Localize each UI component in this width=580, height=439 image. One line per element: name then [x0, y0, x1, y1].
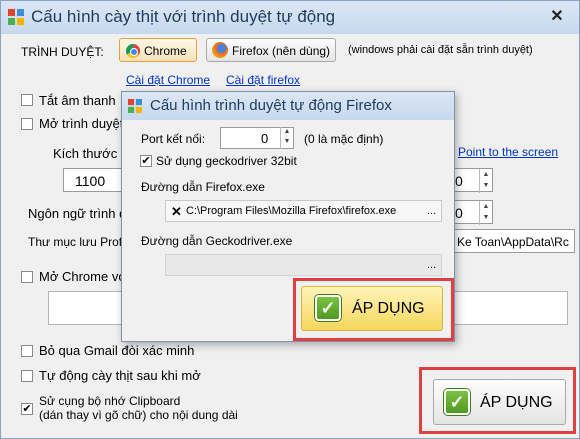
dialog-titlebar: Cấu hình trình duyệt tự động Firefox [122, 92, 454, 120]
browser-note: (windows phải cài đặt sẵn trình duyệt) [348, 44, 533, 56]
main-titlebar: Cấu hình cày thịt với trình duyệt tự độn… [1, 1, 579, 34]
auto-farm-checkbox[interactable] [21, 370, 33, 382]
gecko-path-browse-button[interactable]: ... [427, 259, 436, 271]
left-spin-input[interactable]: 0 ▲ ▼ [453, 168, 493, 193]
app-grid-icon [8, 9, 24, 25]
dialog-apply-button[interactable]: ✓ ÁP DỤNG [301, 286, 443, 331]
browser-label: TRÌNH DUYỆT: [21, 45, 104, 59]
gecko-path-label: Đường dẫn Geckodriver.exe [141, 234, 293, 248]
lang-spin-value: 0 [455, 205, 463, 221]
size-label: Kích thước c [53, 146, 128, 161]
install-firefox-link[interactable]: Cài đặt firefox [226, 73, 300, 87]
dialog-apply-label: ÁP DỤNG [352, 300, 425, 317]
dialog-title: Cấu hình trình duyệt tự động Firefox [150, 97, 392, 114]
point-to-screen-link[interactable]: Point to the screen [458, 145, 558, 159]
firefox-path-label: Đường dẫn Firefox.exe [141, 180, 265, 194]
port-spin-arrows[interactable]: ▲ ▼ [280, 127, 293, 149]
open-browser-label: Mở trình duyệt t [39, 116, 131, 131]
chrome-button[interactable]: Chrome [119, 38, 197, 62]
firefox-path-input[interactable]: ✕ C:\Program Files\Mozilla Firefox\firef… [165, 200, 442, 222]
profile-path-value: Ke Toan\AppData\Rc [457, 235, 569, 249]
main-apply-label: ÁP DỤNG [480, 394, 553, 411]
port-label: Port kết nối: [141, 132, 206, 146]
skip-gmail-label: Bỏ qua Gmail đòi xác minh [39, 343, 195, 358]
dialog-app-icon [128, 99, 142, 113]
profile-path-input[interactable]: Ke Toan\AppData\Rc [453, 229, 575, 253]
main-apply-button[interactable]: ✓ ÁP DỤNG [433, 379, 566, 425]
clipboard-checkbox[interactable]: ✔ [21, 403, 33, 415]
close-button[interactable]: ✕ [546, 7, 568, 27]
clipboard-label-line2: (dán thay vì gõ chữ) cho nội dung dài [39, 408, 238, 422]
mute-label: Tắt âm thanh [39, 93, 116, 108]
left-spin-arrows[interactable]: ▲ ▼ [479, 169, 492, 193]
profile-label: Thư mục lưu Prof [28, 235, 123, 249]
clipboard-label-line1: Sử cụng bộ nhớ Clipboard [39, 394, 181, 408]
dialog-check-icon: ✓ [315, 295, 341, 321]
chrome-button-label: Chrome [144, 44, 187, 58]
port-note: (0 là mặc định) [304, 132, 384, 146]
gecko32-label: Sử dụng geckodriver 32bit [156, 154, 297, 168]
firefox-path-value: C:\Program Files\Mozilla Firefox\firefox… [186, 205, 397, 217]
width-value: 1100 [75, 173, 106, 189]
firefox-config-dialog: Cấu hình trình duyệt tự động Firefox Por… [121, 91, 455, 342]
lang-label: Ngôn ngữ trình du [28, 206, 134, 221]
firefox-button-label: Firefox (nên dùng) [232, 44, 331, 58]
main-window-title: Cấu hình cày thịt với trình duyệt tự độn… [31, 7, 336, 26]
gecko-path-input[interactable]: ... [165, 254, 442, 276]
lang-spin-arrows[interactable]: ▲ ▼ [479, 201, 492, 225]
firefox-button[interactable]: Firefox (nên dùng) [206, 38, 336, 62]
open-browser-checkbox[interactable] [21, 118, 33, 130]
mute-checkbox[interactable] [21, 94, 33, 106]
port-input[interactable]: 0 ▲ ▼ [220, 127, 294, 149]
lang-spin-input[interactable]: 0 ▲ ▼ [453, 200, 493, 225]
open-chrome-label: Mở Chrome với [39, 269, 130, 284]
skip-gmail-checkbox[interactable] [21, 345, 33, 357]
install-chrome-link[interactable]: Cài đặt Chrome [126, 73, 210, 87]
gecko32-checkbox[interactable]: ✔ [140, 155, 152, 167]
left-spin-value: 0 [455, 173, 463, 189]
open-chrome-checkbox[interactable] [21, 271, 33, 283]
firefox-icon [212, 42, 228, 58]
width-input[interactable]: 1100 [63, 168, 125, 192]
firefox-path-browse-button[interactable]: ... [427, 205, 436, 217]
clear-x-icon[interactable]: ✕ [171, 204, 182, 220]
chrome-icon [126, 43, 140, 58]
port-value: 0 [261, 131, 269, 146]
auto-farm-label: Tự động cày thịt sau khi mở [39, 368, 201, 383]
check-icon: ✓ [444, 389, 470, 415]
